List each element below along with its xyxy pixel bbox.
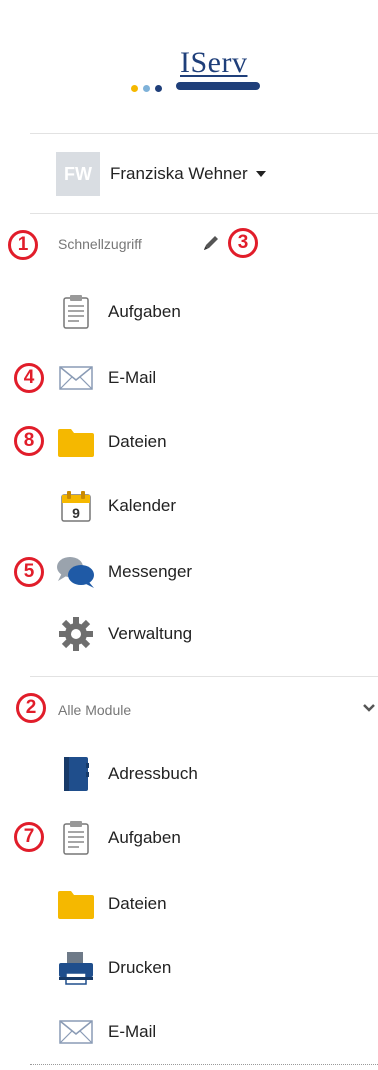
folder-icon xyxy=(56,884,96,924)
clipboard-icon xyxy=(56,818,96,858)
logo-bar xyxy=(176,82,260,90)
avatar: FW xyxy=(56,152,100,196)
clipboard-icon xyxy=(56,292,96,332)
gear-icon xyxy=(56,614,96,654)
calendar-day: 9 xyxy=(72,505,80,521)
module-item-adressbuch[interactable]: Adressbuch xyxy=(56,754,198,794)
annotation-badge: 4 xyxy=(14,363,44,393)
divider xyxy=(30,133,378,134)
divider xyxy=(30,676,378,677)
quick-item-kalender[interactable]: 9 Kalender xyxy=(56,486,176,526)
caret-down-icon xyxy=(255,171,266,177)
quick-item-label: Messenger xyxy=(108,562,193,581)
pencil-icon[interactable] xyxy=(202,234,220,252)
module-item-label: Dateien xyxy=(108,894,167,913)
quick-item-verwaltung[interactable]: Verwaltung xyxy=(56,614,192,654)
annotation-badge: 5 xyxy=(14,557,44,587)
address-book-icon xyxy=(56,754,96,794)
chevron-down-icon[interactable] xyxy=(362,703,376,713)
printer-icon xyxy=(56,948,96,988)
user-menu[interactable]: FW Franziska Wehner xyxy=(56,152,266,196)
module-item-label: E-Mail xyxy=(108,1022,157,1041)
chat-bubbles-icon xyxy=(56,552,96,592)
annotation-badge: 1 xyxy=(8,230,38,260)
logo-dot-yellow xyxy=(131,85,138,92)
quick-item-aufgaben[interactable]: Aufgaben xyxy=(56,292,181,332)
quick-item-label: Kalender xyxy=(108,496,177,515)
quick-item-dateien[interactable]: Dateien xyxy=(56,422,167,462)
quick-item-label: E-Mail xyxy=(108,368,157,387)
annotation-badge: 3 xyxy=(228,228,258,258)
quick-item-messenger[interactable]: Messenger xyxy=(56,552,192,592)
section-all-modules-title: Alle Module xyxy=(58,702,132,718)
module-item-email[interactable]: E-Mail xyxy=(56,1012,156,1052)
logo-text: IServ xyxy=(180,46,248,79)
module-item-label: Adressbuch xyxy=(108,764,198,783)
quick-item-label: Verwaltung xyxy=(108,624,193,643)
quick-item-label: Aufgaben xyxy=(108,302,181,321)
logo-dot-lightblue xyxy=(143,85,150,92)
envelope-icon xyxy=(56,358,96,398)
section-quick-access-title: Schnellzugriff xyxy=(58,236,142,252)
module-item-label: Aufgaben xyxy=(108,828,181,847)
quick-item-email[interactable]: E-Mail xyxy=(56,358,156,398)
logo-dot-blue xyxy=(155,85,162,92)
annotation-badge: 8 xyxy=(14,426,44,456)
annotation-badge: 2 xyxy=(16,693,46,723)
divider xyxy=(30,1064,378,1066)
iserv-logo[interactable]: IServ xyxy=(0,44,378,104)
annotation-badge: 7 xyxy=(14,822,44,852)
folder-icon xyxy=(56,422,96,462)
calendar-icon: 9 xyxy=(56,486,96,526)
module-item-drucken[interactable]: Drucken xyxy=(56,948,171,988)
module-item-dateien[interactable]: Dateien xyxy=(56,884,167,924)
quick-item-label: Dateien xyxy=(108,432,167,451)
envelope-icon xyxy=(56,1012,96,1052)
module-item-label: Drucken xyxy=(108,958,172,977)
divider xyxy=(30,213,378,214)
user-name: Franziska Wehner xyxy=(110,164,248,183)
module-item-aufgaben[interactable]: Aufgaben xyxy=(56,818,181,858)
